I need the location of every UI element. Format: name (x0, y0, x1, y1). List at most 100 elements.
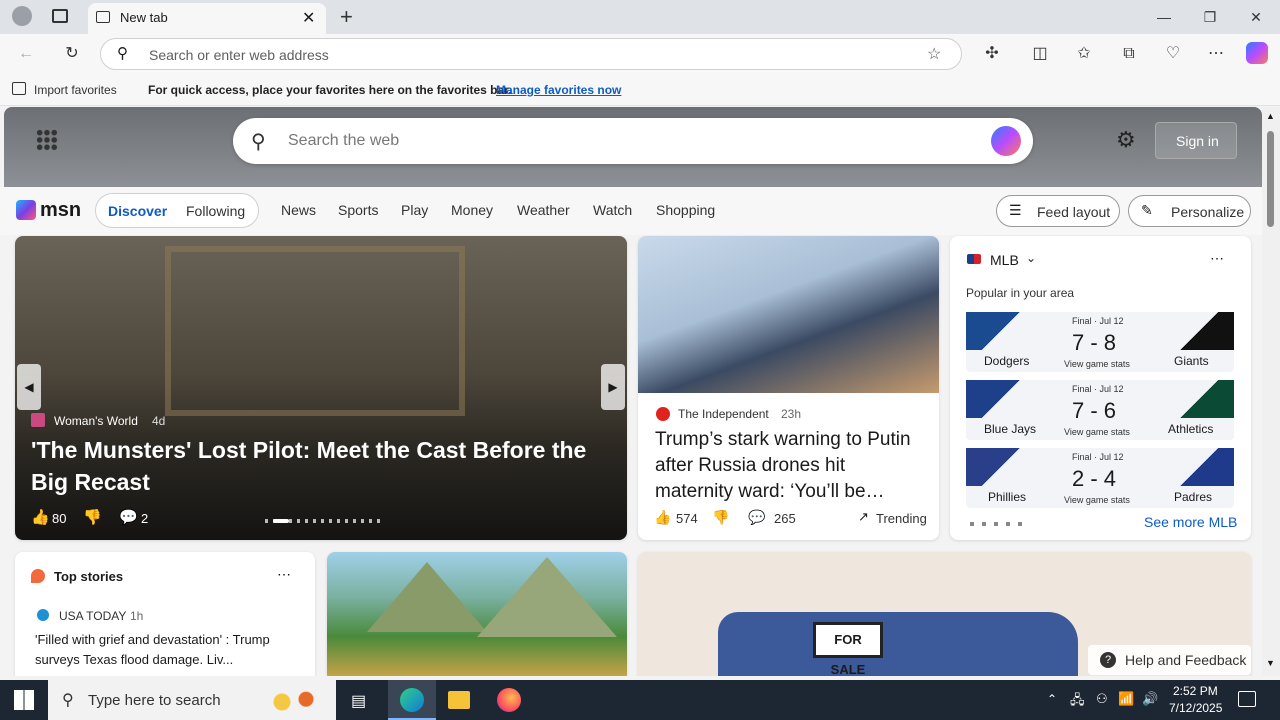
nav-play[interactable]: Play (401, 202, 428, 218)
tab-new-tab[interactable]: New tab ✕ (88, 3, 326, 34)
search-icon: ⚲ (117, 45, 128, 62)
help-feedback-button[interactable]: ? Help and Feedback (1088, 645, 1251, 675)
game-row-dodgers-giants[interactable]: Dodgers Final · Jul 12 7 - 8 View game s… (966, 312, 1234, 372)
housing-story-card[interactable]: FOR SALE ? Help and Feedback (638, 552, 1251, 676)
personalize-button[interactable]: ✎ Personalize (1128, 195, 1251, 227)
nav-watch[interactable]: Watch (593, 202, 632, 218)
nav-weather[interactable]: Weather (517, 202, 570, 218)
feed-layout-button[interactable]: ☰ Feed layout (996, 195, 1120, 227)
dislike-icon[interactable]: 👎 (83, 508, 102, 526)
profile-icon[interactable] (12, 6, 32, 26)
tab-discover[interactable]: Discover (108, 203, 167, 219)
back-icon[interactable]: ← (14, 42, 38, 66)
collections-icon[interactable]: ⧉ (1117, 42, 1141, 66)
nav-news[interactable]: News (281, 202, 316, 218)
view-stats-link[interactable]: View game stats (1064, 359, 1130, 369)
clock-date[interactable]: 7/12/2025 (1169, 701, 1222, 715)
scroll-thumb[interactable] (1267, 131, 1274, 227)
comment-icon[interactable]: 💬 (119, 508, 138, 526)
split-screen-icon[interactable]: ◫ (1028, 42, 1052, 66)
view-stats-link[interactable]: View game stats (1064, 427, 1130, 437)
msn-nav-row: msn Discover Following News Sports Play … (0, 187, 1262, 235)
top-story-age: 1h (130, 609, 144, 623)
mountain-shape (477, 557, 617, 637)
hero-story-card[interactable]: ◀ ▶ Woman's World 4d 'The Munsters' Lost… (15, 236, 627, 540)
new-tab-icon[interactable]: + (340, 4, 353, 30)
scroll-up-icon[interactable]: ▲ (1266, 111, 1275, 121)
map-shape (718, 612, 1078, 676)
show-hidden-icons-icon[interactable]: ⌃ (1047, 692, 1057, 706)
story2-title[interactable]: Trump’s stark warning to Putin after Rus… (655, 427, 925, 505)
import-favorites-button[interactable]: Import favorites (34, 83, 117, 97)
restore-icon[interactable]: ❐ (1198, 5, 1222, 29)
manage-favorites-link[interactable]: Manage favorites now (496, 83, 621, 97)
close-window-icon[interactable]: ✕ (1244, 5, 1268, 29)
file-explorer-icon[interactable] (448, 691, 470, 709)
hero-title[interactable]: 'The Munsters' Lost Pilot: Meet the Cast… (31, 434, 601, 498)
story-card-independent[interactable]: The Independent 23h Trump’s stark warnin… (638, 236, 939, 540)
sign-in-button[interactable]: Sign in (1155, 122, 1237, 159)
game-row-bluejays-athletics[interactable]: Blue Jays Final · Jul 12 7 - 6 View game… (966, 380, 1234, 440)
tab-actions-icon[interactable] (52, 9, 68, 23)
like-icon[interactable]: 👍 (654, 509, 671, 526)
close-tab-icon[interactable]: ✕ (302, 8, 315, 28)
source-logo (31, 413, 45, 427)
task-view-icon[interactable]: ▤ (351, 691, 366, 711)
mlb-page-dots[interactable] (970, 522, 1022, 526)
msn-butterfly-icon (16, 200, 36, 220)
mlb-subtitle: Popular in your area (966, 286, 1075, 300)
edge-taskbar-button[interactable] (388, 680, 436, 720)
mlb-title[interactable]: MLB (990, 252, 1019, 268)
nav-money[interactable]: Money (451, 202, 493, 218)
top-story-headline[interactable]: 'Filled with grief and devastation' : Tr… (35, 630, 300, 670)
tab-following[interactable]: Following (186, 203, 245, 219)
top-stories-title[interactable]: Top stories (54, 569, 123, 584)
dislike-icon[interactable]: 👎 (712, 509, 729, 526)
firefox-icon[interactable] (497, 688, 521, 712)
game-row-phillies-padres[interactable]: Phillies Final · Jul 12 2 - 4 View game … (966, 448, 1234, 508)
story-image (638, 236, 939, 393)
network-tray-icon[interactable]: 🖧 (1070, 691, 1085, 713)
see-more-mlb-link[interactable]: See more MLB (1144, 514, 1237, 530)
clock-time[interactable]: 2:52 PM (1173, 684, 1218, 698)
prev-arrow-button[interactable]: ◀ (17, 364, 41, 410)
game-promo-card[interactable] (327, 552, 627, 676)
favorite-star-icon[interactable]: ☆ (927, 44, 941, 64)
bluejays-logo-icon (966, 380, 1026, 418)
taskbar-search-box[interactable]: ⚲ Type here to search (48, 680, 336, 720)
like-icon[interactable]: 👍 (31, 508, 50, 526)
settings-gear-icon[interactable]: ⚙ (1116, 127, 1136, 153)
comment-icon[interactable]: 💬 (748, 509, 765, 526)
apps-grid-icon[interactable] (36, 129, 58, 151)
scroll-down-icon[interactable]: ▼ (1266, 658, 1275, 668)
volume-icon[interactable]: 🔊 (1142, 691, 1158, 707)
msn-header: ⚲ Search the web ⚙ Sign in (4, 107, 1262, 187)
copilot-search-icon[interactable] (991, 126, 1021, 156)
next-arrow-button[interactable]: ▶ (601, 364, 625, 410)
minimize-icon[interactable]: — (1152, 5, 1176, 29)
web-search-box[interactable]: ⚲ Search the web (233, 118, 1033, 164)
address-bar[interactable]: ⚲ Search or enter web address ☆ (100, 38, 962, 70)
extensions-icon[interactable]: ✣ (980, 42, 1004, 66)
carousel-dots[interactable] (265, 519, 380, 523)
windows-start-icon[interactable] (14, 690, 34, 710)
page-scrollbar[interactable]: ▲ ▼ (1262, 107, 1280, 676)
more-menu-icon[interactable]: ⋯ (1204, 42, 1228, 66)
view-stats-link[interactable]: View game stats (1064, 495, 1130, 505)
copilot-icon[interactable] (1246, 42, 1268, 64)
browser-essentials-icon[interactable]: ♡ (1161, 42, 1185, 66)
chevron-down-icon[interactable]: ⌄ (1026, 251, 1036, 265)
more-options-icon[interactable]: ⋯ (277, 566, 291, 583)
title-bar: New tab ✕ + — ❐ ✕ (0, 0, 1280, 34)
refresh-icon[interactable]: ↻ (60, 42, 84, 66)
favorites-icon[interactable]: ✩ (1072, 42, 1096, 66)
msn-logo[interactable]: msn (16, 197, 82, 225)
wifi-icon[interactable]: 📶 (1118, 691, 1134, 707)
nav-shopping[interactable]: Shopping (656, 202, 715, 218)
trending-icon: ↗ (858, 509, 869, 524)
independent-logo (656, 407, 670, 421)
more-options-icon[interactable]: ⋯ (1210, 250, 1224, 267)
nav-sports[interactable]: Sports (338, 202, 378, 218)
security-tray-icon[interactable]: ⚇ (1096, 691, 1108, 707)
notifications-icon[interactable] (1238, 691, 1256, 707)
